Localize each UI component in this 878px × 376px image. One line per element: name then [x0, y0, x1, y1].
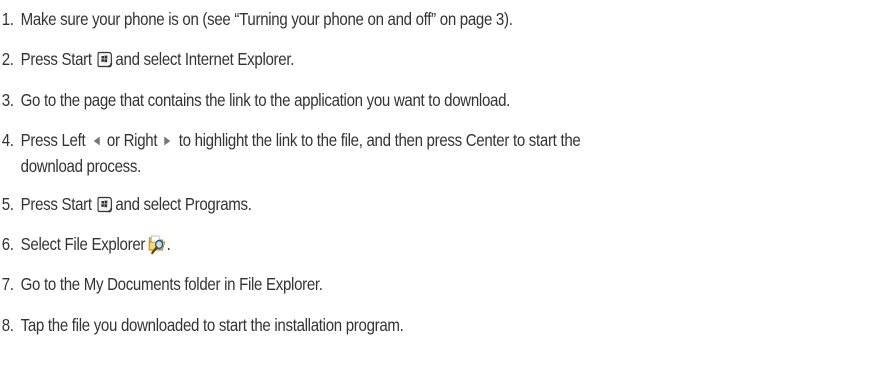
step-number: 8.: [1, 315, 14, 335]
right-arrow-icon: [164, 136, 171, 146]
start-button-icon: [97, 51, 113, 68]
step-number: 5.: [1, 194, 14, 214]
step-text: or Right: [106, 130, 158, 150]
list-item: 1. Make sure your phone is on (see “Turni…: [0, 6, 748, 32]
step-text: Select File Explorer: [20, 234, 146, 254]
step-number: 4.: [1, 130, 14, 150]
list-item: 6. Select File Explorer .: [0, 231, 748, 257]
list-item: 8. Tap the file you downloaded to start t…: [0, 312, 748, 338]
list-item: 2. Press Start and select Internet Explor…: [0, 46, 748, 72]
step-number: 2.: [1, 49, 14, 69]
step-text: Go to the page that contains the link to…: [20, 90, 511, 110]
step-text: Press Start: [20, 194, 92, 214]
file-explorer-icon: [148, 235, 165, 255]
step-number: 7.: [1, 274, 14, 294]
left-arrow-icon: [93, 136, 100, 146]
step-text: Press Start: [20, 49, 92, 69]
list-item: 4. Press Left or Right to highlight the l…: [0, 127, 748, 179]
step-text: Go to the My Documents folder in File Ex…: [20, 274, 323, 294]
list-item: 5. Press Start and select Programs.: [0, 191, 748, 217]
step-text: to highlight the link to the file, and t…: [178, 130, 581, 150]
step-text: Make sure your phone is on (see “Turning…: [20, 9, 513, 29]
step-number: 3.: [1, 90, 14, 110]
step-text: and select Internet Explorer.: [115, 49, 295, 69]
step-text-continued: download process.: [20, 156, 142, 176]
step-number: 1.: [1, 9, 14, 29]
step-text: .: [166, 234, 171, 254]
step-text: and select Programs.: [115, 194, 252, 214]
step-number: 6.: [1, 234, 14, 254]
instruction-list: 1. Make sure your phone is on (see “Turni…: [0, 0, 878, 376]
list-item: 7. Go to the My Documents folder in File …: [0, 271, 748, 297]
list-item: 3. Go to the page that contains the link …: [0, 87, 748, 113]
step-text: Tap the file you downloaded to start the…: [20, 315, 404, 335]
step-text: Press Left: [20, 130, 86, 150]
start-button-icon: [97, 196, 113, 213]
